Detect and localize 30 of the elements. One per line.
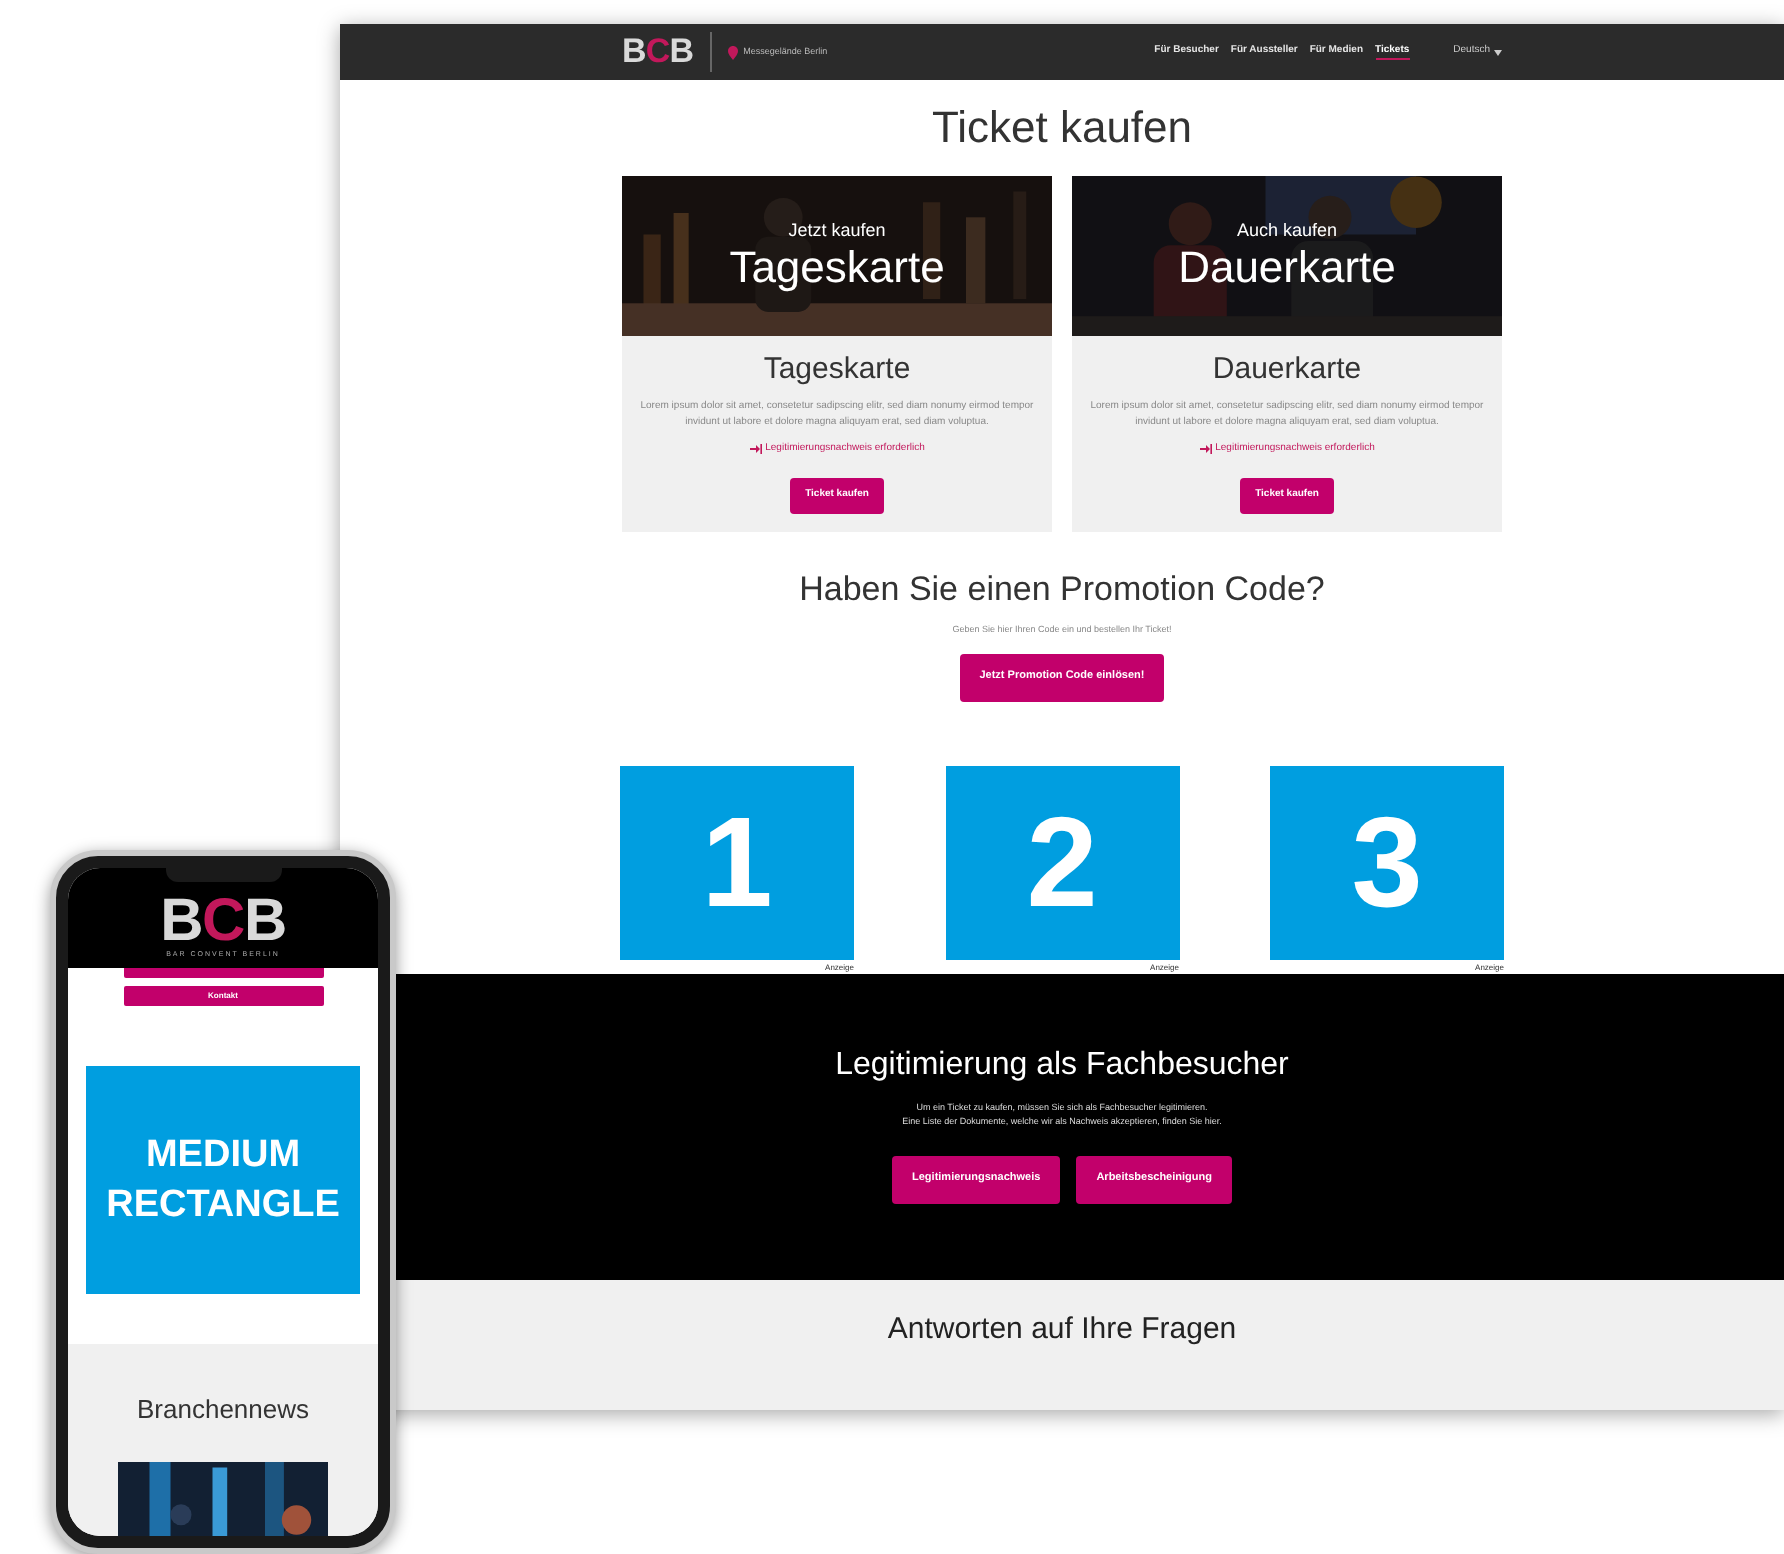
logo-letter[interactable]: B <box>243 894 286 950</box>
caret-icon <box>1494 49 1502 55</box>
news-heading: Branchennews <box>137 1394 309 1426</box>
ad-banner[interactable]: MEDIUM RECTANGLE <box>86 1066 360 1294</box>
logo-letter[interactable]: B <box>669 34 694 70</box>
menu-button[interactable] <box>123 968 323 978</box>
logo-letter[interactable]: B <box>622 34 646 70</box>
faq-heading: Antworten auf Ihre Fragen <box>887 1311 1237 1349</box>
map-pin-icon <box>727 45 738 59</box>
sign-in-icon <box>1199 444 1212 455</box>
ad-number: 1 <box>701 798 773 926</box>
banner-overline: Jetzt kaufen <box>788 219 886 241</box>
logo-letter[interactable]: B <box>160 894 203 950</box>
logo-letter[interactable]: C <box>202 894 244 950</box>
banner-title: Tageskarte <box>729 241 945 293</box>
ad-banner[interactable]: 1 <box>620 765 854 959</box>
ad-number: 2 <box>1026 798 1098 926</box>
card-title: Tageskarte <box>763 352 911 388</box>
legitimation-heading: Legitimierung als Fachbesucher <box>835 1045 1289 1085</box>
ad-banner[interactable]: 2 <box>945 765 1179 959</box>
promotion-heading: Haben Sie einen Promotion Code? <box>797 567 1327 611</box>
page-title: Ticket kaufen <box>929 100 1195 156</box>
card-title: Dauerkarte <box>1212 352 1362 388</box>
ad-number: 3 <box>1351 798 1423 926</box>
ad-text: MEDIUM RECTANGLE <box>104 1132 342 1230</box>
ad-banner[interactable]: 3 <box>1270 765 1504 959</box>
sign-in-icon <box>749 444 762 455</box>
banner-overline: Auch kaufen <box>1236 219 1338 241</box>
banner-title: Dauerkarte <box>1178 241 1396 293</box>
notch <box>165 868 281 882</box>
